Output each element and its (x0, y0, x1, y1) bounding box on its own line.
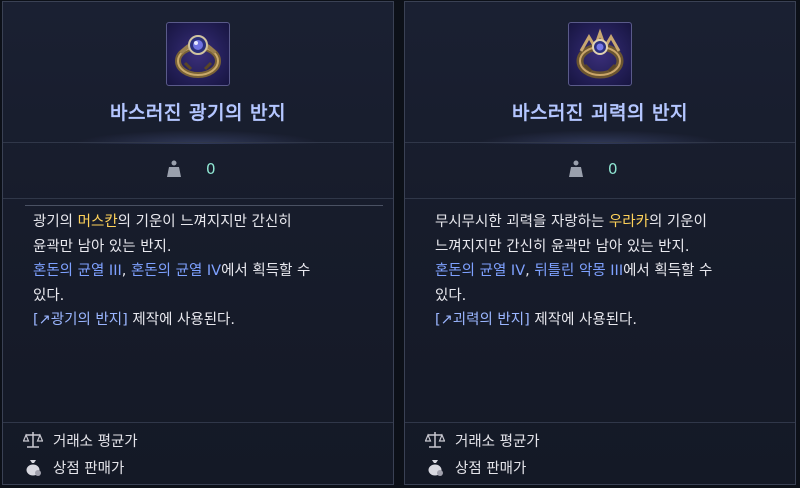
item-title: 바스러진 괴력의 반지 (511, 102, 689, 124)
money-bag-icon (428, 460, 443, 476)
desc-text: 의 기운이 (648, 214, 707, 230)
boss-name-highlight: 머스칸 (77, 214, 118, 230)
description-border (25, 205, 383, 206)
location-link[interactable]: 뒤틀린 악몽 III (534, 263, 623, 279)
desc-text: 의 기운이 느껴지지만 간신히 (117, 214, 292, 230)
craft-item-link[interactable]: [↗괴력의 반지] (435, 312, 530, 328)
scale-icon (23, 432, 43, 448)
item-tooltip-card: 바스러진 괴력의 반지 0 무시무시한 괴력을 자랑하는 우라카의 기운이 느껴… (404, 1, 796, 485)
trade-average-price-row: 거래소 평균가 (425, 429, 540, 451)
item-title: 바스러진 광기의 반지 (109, 102, 287, 124)
desc-text: , (121, 263, 131, 279)
divider (3, 198, 393, 199)
shop-sell-price-label: 상점 판매가 (53, 460, 125, 477)
divider (405, 142, 795, 143)
desc-text: 있다. (435, 287, 467, 304)
shop-sell-price-row: 상점 판매가 (23, 456, 124, 478)
desc-text: 무시무시한 괴력을 자랑하는 (435, 214, 609, 230)
craft-item-link[interactable]: [↗광기의 반지] (33, 312, 128, 328)
money-bag-icon (26, 460, 41, 476)
item-tooltip-card: 바스러진 광기의 반지 0 광기의 머스칸의 기운이 느껴지지만 간신히 윤곽만… (2, 1, 394, 485)
divider (405, 198, 795, 199)
weight-row: 0 (166, 158, 216, 180)
desc-text: , (525, 263, 535, 279)
divider (405, 422, 795, 423)
desc-text: 윤곽만 남아 있는 반지. (33, 238, 172, 255)
desc-text: 에서 획득할 수 (221, 263, 311, 279)
ring-icon (568, 22, 632, 86)
item-description: 광기의 머스칸의 기운이 느껴지지만 간신히 윤곽만 남아 있는 반지. 혼돈의… (33, 210, 383, 333)
trade-average-price-label: 거래소 평균가 (53, 433, 138, 450)
desc-text: 있다. (33, 287, 65, 304)
boss-name-highlight: 우라카 (608, 214, 649, 230)
desc-text: 광기의 (33, 214, 78, 230)
weight-row: 0 (568, 158, 618, 180)
desc-text: 에서 획득할 수 (623, 263, 713, 279)
weight-value: 0 (608, 160, 618, 178)
location-link[interactable]: 혼돈의 균열 IV (131, 263, 221, 279)
divider (3, 142, 393, 143)
location-link[interactable]: 혼돈의 균열 III (33, 263, 122, 279)
weight-icon (167, 160, 181, 177)
desc-text: 제작에 사용된다. (529, 312, 637, 328)
weight-value: 0 (206, 160, 216, 178)
scale-icon (425, 432, 445, 448)
divider (3, 422, 393, 423)
shop-sell-price-label: 상점 판매가 (455, 460, 527, 477)
desc-text: 느껴지지만 간신히 윤곽만 남아 있는 반지. (435, 238, 690, 255)
item-description: 무시무시한 괴력을 자랑하는 우라카의 기운이 느껴지지만 간신히 윤곽만 남아… (435, 210, 785, 333)
weight-icon (569, 160, 583, 177)
location-link[interactable]: 혼돈의 균열 IV (435, 263, 525, 279)
trade-average-price-row: 거래소 평균가 (23, 429, 138, 451)
tooltip-stage: 바스러진 광기의 반지 0 광기의 머스칸의 기운이 느껴지지만 간신히 윤곽만… (0, 0, 800, 488)
trade-average-price-label: 거래소 평균가 (455, 433, 540, 450)
ring-icon (166, 22, 230, 86)
desc-text: 제작에 사용된다. (127, 312, 235, 328)
shop-sell-price-row: 상점 판매가 (425, 456, 526, 478)
